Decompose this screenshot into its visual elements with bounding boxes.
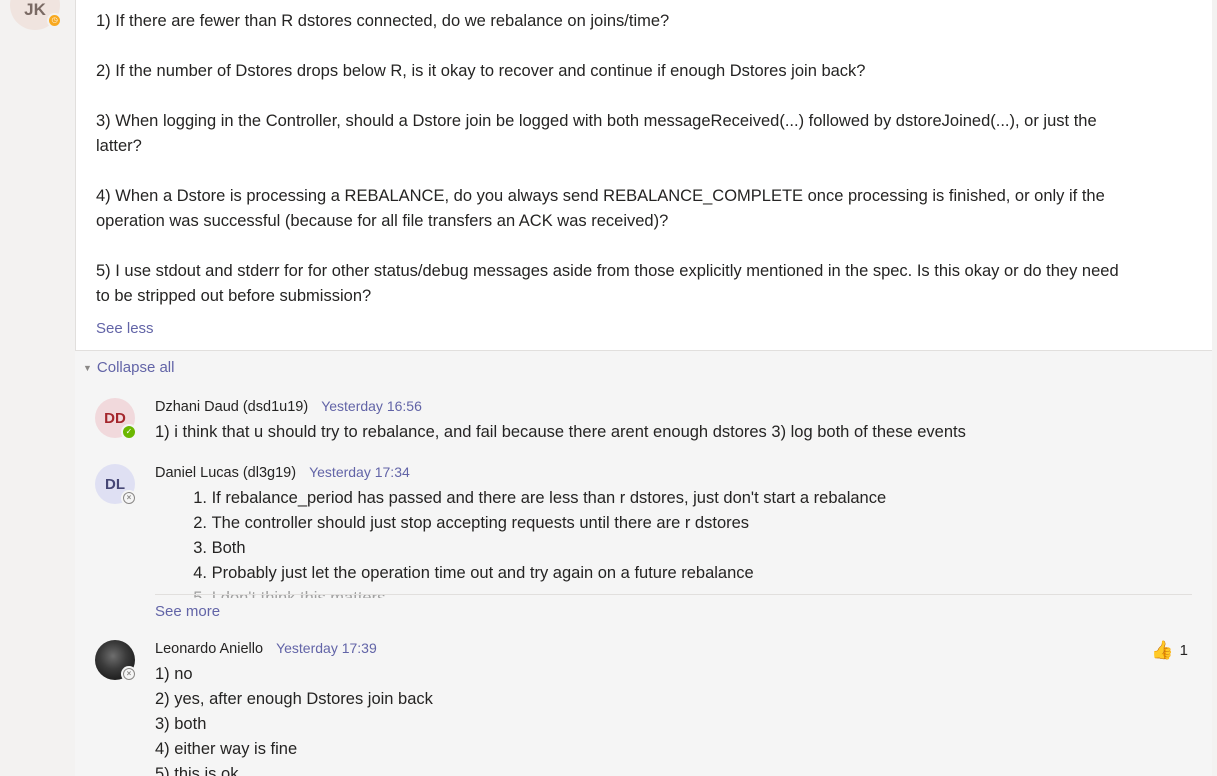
post-question-5: 5) I use stdout and stderr for for other… [96,262,1119,280]
avatar-initials: DL [105,475,125,493]
post-question-1: 1) If there are fewer than R dstores con… [96,12,670,30]
numbered-list: 1. If rebalance_period has passed and th… [187,486,1187,598]
available-status-icon: ✓ [121,424,137,440]
replies-section: ▼ Collapse all DD ✓ Dzhani Daud (dsd1u19… [75,351,1212,776]
avatar-initials: DD [104,409,126,427]
like-reaction[interactable]: 👍 1 [1151,640,1188,661]
list-number: 3. [193,539,207,557]
post-question-4-cont: operation was successful (because for al… [96,212,669,230]
reply-meta: Daniel Lucas (dl3g19) Yesterday 17:34 [155,464,410,481]
list-number: 1. [193,489,207,507]
timestamp: Yesterday 17:34 [309,464,410,480]
author-name[interactable]: Daniel Lucas (dl3g19) [155,465,296,481]
list-item: 1. If rebalance_period has passed and th… [187,486,1187,511]
reply-text: 1) i think that u should try to rebalanc… [155,423,966,441]
list-item: 4. Probably just let the operation time … [187,561,1187,586]
list-number: 4. [193,564,207,582]
list-item: 3. Both [187,536,1187,561]
timestamp: Yesterday 17:39 [276,640,377,656]
caret-down-icon: ▼ [83,362,92,373]
collapse-all-button[interactable]: ▼ Collapse all [83,359,174,376]
post-question-2: 2) If the number of Dstores drops below … [96,62,866,80]
see-less-link[interactable]: See less [96,320,154,337]
author-name[interactable]: Dzhani Daud (dsd1u19) [155,399,308,415]
list-number: 2. [193,514,207,532]
post-question-4: 4) When a Dstore is processing a REBALAN… [96,187,1105,205]
post-question-3-cont: latter? [96,137,142,155]
list-item: 2. The controller should just stop accep… [187,511,1187,536]
away-status-icon: ◷ [47,13,62,28]
reply-line: 3) both [155,715,207,733]
reply-text: 1) no 2) yes, after enough Dstores join … [155,662,1195,776]
reply-line: 1) no [155,665,193,683]
teams-conversation: JK ◷ 1) If there are fewer than R dstore… [0,0,1217,776]
post-question-3: 3) When logging in the Controller, shoul… [96,112,1097,130]
offline-status-icon: × [121,490,137,506]
reply-line: 4) either way is fine [155,740,298,758]
truncation-divider [155,594,1192,595]
list-text: If rebalance_period has passed and there… [211,489,887,507]
list-text: Both [211,539,246,557]
list-text: I don't think this matters [211,589,386,598]
collapse-all-label: Collapse all [96,359,175,376]
timestamp: Yesterday 16:56 [321,398,422,414]
offline-status-icon: × [121,666,137,682]
reply-line: 2) yes, after enough Dstores join back [155,690,433,708]
reaction-count: 1 [1179,642,1188,659]
author-name[interactable]: Leonardo Aniello [155,641,263,657]
main-post: 1) If there are fewer than R dstores con… [75,0,1214,351]
list-text: The controller should just stop acceptin… [211,514,750,532]
scrollbar-track[interactable] [1212,0,1217,776]
avatar[interactable]: DD ✓ [95,398,137,440]
list-number: 5. [193,589,207,598]
reply-meta: Dzhani Daud (dsd1u19) Yesterday 16:56 [155,398,422,415]
avatar-initials: JK [24,0,46,19]
reply-line: 5) this is ok [155,765,239,776]
post-question-5-cont: to be stripped out before submission? [96,287,372,305]
avatar[interactable]: DL × [95,464,137,506]
reply-meta: Leonardo Aniello Yesterday 17:39 [155,640,377,657]
thumbs-up-icon: 👍 [1151,640,1174,660]
list-item: 5. I don't think this matters [187,586,1187,598]
avatar[interactable]: × [95,640,137,682]
list-text: Probably just let the operation time out… [211,564,754,582]
see-more-link[interactable]: See more [155,603,220,620]
avatar[interactable]: JK ◷ [10,0,62,30]
